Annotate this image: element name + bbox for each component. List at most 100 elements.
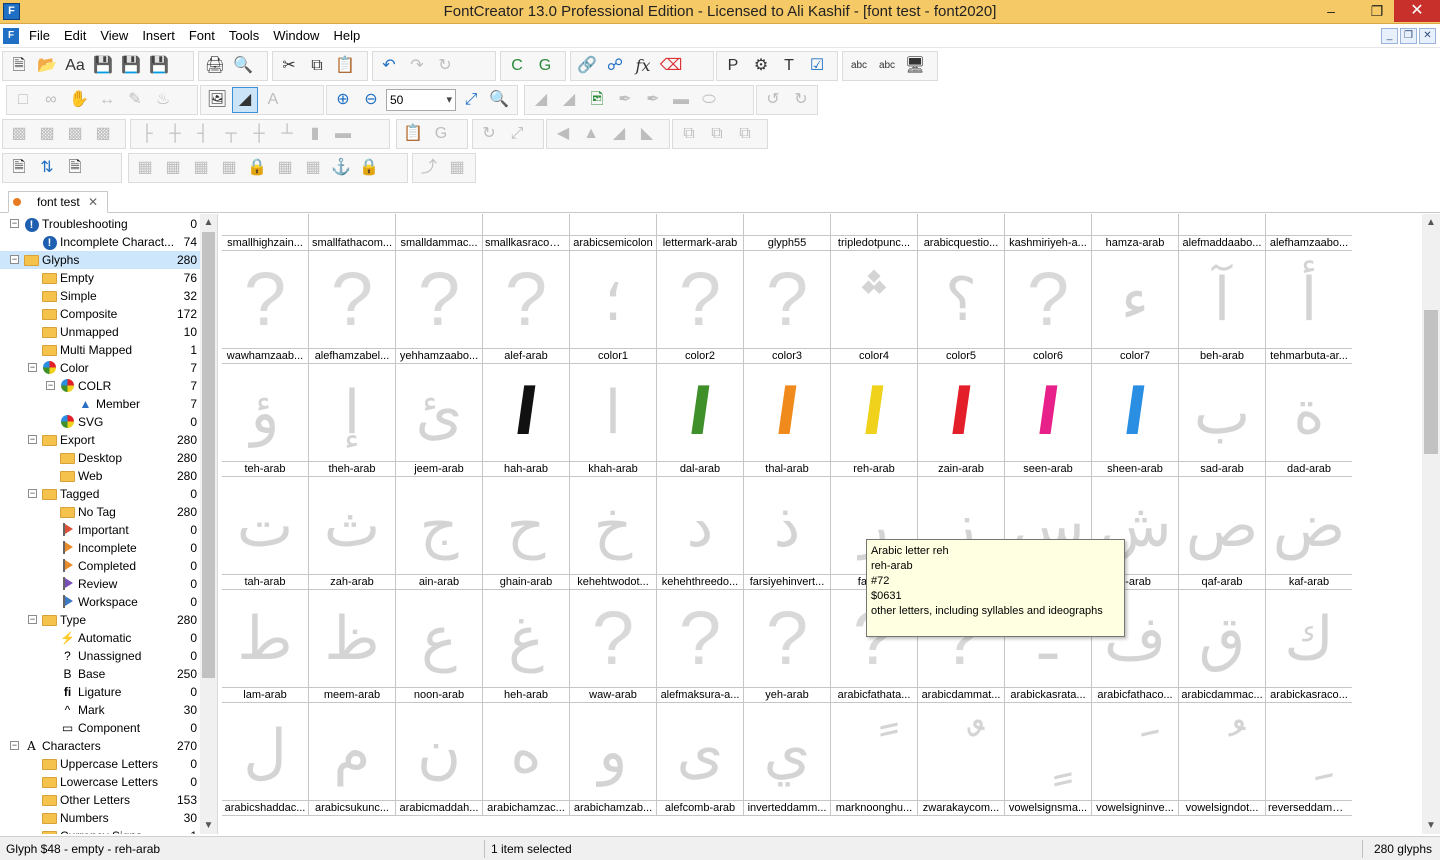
glyph-cell[interactable]: ق arabicdammac... (1179, 590, 1266, 703)
pen-icon[interactable]: ✎ (122, 87, 148, 113)
tree-item[interactable]: Empty 76 (0, 269, 201, 287)
glyph-cell[interactable]: أ tehmarbuta-ar... (1266, 251, 1352, 364)
glyph-cell[interactable]: ٍvowelsignsma... (1005, 703, 1092, 816)
close-tab-icon[interactable]: ✕ (88, 192, 98, 212)
tree-item[interactable]: Review 0 (0, 575, 201, 593)
ellipse-icon[interactable]: ⬭ (696, 87, 722, 113)
tree-item[interactable]: − Type 280 (0, 611, 201, 629)
glyph-cell[interactable]: ُvowelsigndot... (1179, 703, 1266, 816)
corner-icon[interactable]: ◢ (528, 87, 554, 113)
flip-v-icon[interactable]: ▲ (578, 121, 604, 147)
glyph-cell[interactable]: ا seen-arab (1005, 364, 1092, 477)
transform-icon[interactable]: ⤢ (504, 121, 530, 147)
glyph-cell[interactable]: ذ farsiyehinvert... (744, 477, 831, 590)
scroll-up-icon[interactable]: ▲ (200, 214, 217, 231)
glyph-cell[interactable]: ? waw-arab (570, 590, 657, 703)
glyph-cell[interactable]: ? wawhamzaab... (222, 251, 309, 364)
glyph-cell[interactable]: إ theh-arab (309, 364, 396, 477)
menu-tools[interactable]: Tools (222, 24, 266, 48)
properties-icon[interactable]: P (720, 53, 746, 79)
align-right-icon[interactable]: ┤ (190, 121, 216, 147)
insert-glyph-icon[interactable]: G (532, 53, 558, 79)
glyph-cell[interactable]: ? alefhamzabel... (309, 251, 396, 364)
brush-icon[interactable]: ✒ (612, 87, 638, 113)
measure-icon[interactable]: ↔ (94, 87, 120, 113)
zoom-selection-icon[interactable]: 🔍 (486, 87, 512, 113)
knife-icon[interactable]: ✒ (640, 87, 666, 113)
grid-lock-icon[interactable]: 🔒 (244, 155, 270, 181)
glyph-cell[interactable]: ? yehhamzaabo... (396, 251, 483, 364)
glyph-cell[interactable]: آ beh-arab (1179, 251, 1266, 364)
tree-item[interactable]: Lowercase Letters 0 (0, 773, 201, 791)
link-icon[interactable]: 🔗 (574, 53, 600, 79)
save-icon[interactable]: 💾 (90, 53, 116, 79)
align-top-icon[interactable]: ┬ (218, 121, 244, 147)
page-options-icon[interactable]: 🗎 (62, 155, 88, 181)
grid-3-icon[interactable]: ▦ (188, 155, 214, 181)
menu-edit[interactable]: Edit (57, 24, 93, 48)
glyph-cell[interactable]: ت tah-arab (222, 477, 309, 590)
tree-item[interactable]: − Tagged 0 (0, 485, 201, 503)
glyph-cell[interactable]: tripledotpunc... (831, 214, 918, 251)
zoom-out-icon[interactable]: ⊖ (358, 87, 384, 113)
glyph-cell[interactable]: ا zain-arab (918, 364, 1005, 477)
glyph-cell[interactable]: ِreverseddamm... (1266, 703, 1352, 816)
grid-6-icon[interactable]: ▦ (300, 155, 326, 181)
collapse-icon[interactable]: − (46, 381, 55, 390)
insert-character-icon[interactable]: C (504, 53, 530, 79)
tree-item[interactable]: Currency Signs 1 (0, 827, 201, 834)
grid-scrollbar[interactable]: ▲ ▼ (1422, 214, 1440, 834)
glyph-cell[interactable]: ي inverteddamm... (744, 703, 831, 816)
tree-item[interactable]: Web 280 (0, 467, 201, 485)
collapse-icon[interactable]: − (10, 741, 19, 750)
glyph-cell[interactable]: glyph55 (744, 214, 831, 251)
web-check-icon[interactable]: abc (874, 53, 900, 79)
align-bottom-icon[interactable]: ┴ (274, 121, 300, 147)
collapse-icon[interactable]: − (10, 255, 19, 264)
glyph-cell[interactable]: ا reh-arab (831, 364, 918, 477)
formula-icon[interactable]: fx (630, 53, 656, 79)
eraser-icon[interactable]: ⌫ (658, 53, 684, 79)
paste-icon[interactable]: 📋 (332, 53, 358, 79)
zoom-fit-icon[interactable]: ⤢ (458, 87, 484, 113)
glyph-cell[interactable]: ؟ color5 (918, 251, 1005, 364)
tree-item[interactable]: SVG 0 (0, 413, 201, 431)
paste-special-icon[interactable]: 📋 (400, 121, 426, 147)
tree-item[interactable]: ▭ Component 0 (0, 719, 201, 737)
tree-scrollbar[interactable]: ▲ ▼ (200, 214, 217, 834)
glyph-cell[interactable]: و arabichamzab... (570, 703, 657, 816)
grid-2-icon[interactable]: ▦ (160, 155, 186, 181)
copy-icon[interactable]: ⧉ (304, 53, 330, 79)
mdi-minimize-button[interactable]: _ (1381, 28, 1398, 44)
node-icon[interactable]: ⤴ (416, 155, 442, 181)
skew-left-icon[interactable]: ◢ (606, 121, 632, 147)
glyph-cell[interactable]: ص qaf-arab (1179, 477, 1266, 590)
glyph-cell[interactable]: ظ meem-arab (309, 590, 396, 703)
menu-view[interactable]: View (93, 24, 135, 48)
glyph-cell[interactable]: smallfathacom... (309, 214, 396, 251)
align-2-icon[interactable]: ▩ (34, 121, 60, 147)
subtract-icon[interactable]: ⧉ (732, 121, 758, 147)
glyph-ref-icon[interactable]: G (428, 121, 454, 147)
cut-icon[interactable]: ✂ (276, 53, 302, 79)
align-3-icon[interactable]: ▩ (62, 121, 88, 147)
glyph-cell[interactable]: hamza-arab (1092, 214, 1179, 251)
text-mode-icon[interactable]: A (260, 87, 286, 113)
zoom-select[interactable]: 50 (386, 89, 456, 111)
tree-item[interactable]: B Base 250 (0, 665, 201, 683)
glyph-cell[interactable]: ا dal-arab (657, 364, 744, 477)
intersect-icon[interactable]: ⧉ (704, 121, 730, 147)
font-preview-icon[interactable]: Aa (62, 53, 88, 79)
save-as-icon[interactable]: 💾 (146, 53, 172, 79)
collapse-icon[interactable]: − (28, 489, 37, 498)
flip-h-icon[interactable]: ◀ (550, 121, 576, 147)
glyph-cell[interactable]: ? color3 (744, 251, 831, 364)
tree-item[interactable]: ! Incomplete Charact... 74 (0, 233, 201, 251)
tree-item[interactable]: Other Letters 153 (0, 791, 201, 809)
glyph-cell[interactable]: ح ghain-arab (483, 477, 570, 590)
tree-item[interactable]: Uppercase Letters 0 (0, 755, 201, 773)
document-icon[interactable]: F (3, 28, 19, 44)
settings-icon[interactable]: ⚙ (748, 53, 774, 79)
glyph-cell[interactable]: ا khah-arab (570, 364, 657, 477)
grid-1-icon[interactable]: ▦ (132, 155, 158, 181)
